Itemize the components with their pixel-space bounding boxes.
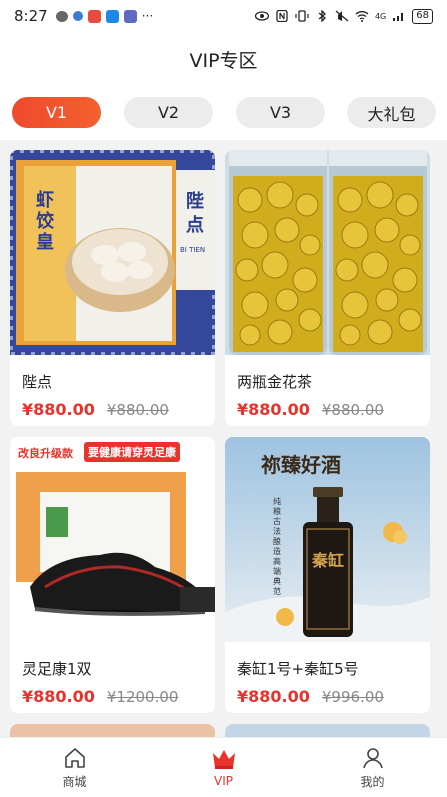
tea-jars-image bbox=[225, 150, 430, 355]
tab-label: 大礼包 bbox=[367, 104, 416, 124]
product-original-price: ¥1200.00 bbox=[106, 688, 179, 706]
product-card[interactable]: 祢臻好酒 秦缸 纯粮古法酿造 高端典范 秦缸1号+秦缸5号 ¥880.00 ¥9… bbox=[225, 437, 430, 713]
product-original-price: ¥880.00 bbox=[321, 401, 384, 419]
app-icon bbox=[87, 9, 101, 23]
status-time: 8:27 bbox=[14, 7, 48, 25]
product-prices: ¥880.00 ¥1200.00 bbox=[10, 687, 215, 706]
product-price: ¥880.00 bbox=[237, 400, 310, 419]
bluetooth-icon bbox=[318, 10, 326, 22]
product-title: 陛点 bbox=[22, 373, 53, 391]
app-icon bbox=[105, 9, 119, 23]
tab-v3[interactable]: V3 bbox=[236, 97, 325, 128]
product-prices: ¥880.00 ¥996.00 bbox=[225, 687, 430, 706]
promo-badge: 改良升级款 bbox=[18, 447, 73, 460]
product-price: ¥880.00 bbox=[22, 400, 95, 419]
nav-label: VIP bbox=[214, 774, 233, 788]
vibrate-icon bbox=[295, 10, 309, 22]
product-original-price: ¥996.00 bbox=[321, 688, 384, 706]
bottom-navigation: 商城 VIP 我的 bbox=[0, 737, 447, 797]
app-icon bbox=[123, 9, 137, 23]
crown-icon bbox=[212, 750, 235, 769]
image-text: 纯粮古法酿造 高端典范 bbox=[273, 497, 281, 596]
product-title: 两瓶金花茶 bbox=[237, 373, 313, 391]
product-card[interactable] bbox=[225, 724, 430, 737]
nav-shop[interactable]: 商城 bbox=[0, 738, 149, 797]
wifi-icon bbox=[355, 11, 369, 22]
tab-v2[interactable]: V2 bbox=[124, 97, 213, 128]
product-image: 改良升级款 要健康请穿灵足康 bbox=[10, 437, 215, 642]
page-header: VIP专区 bbox=[0, 32, 447, 86]
promo-badge: 要健康请穿灵足康 bbox=[84, 442, 180, 462]
product-title: 灵足康1双 bbox=[22, 660, 92, 678]
app-icon bbox=[72, 11, 83, 21]
eye-icon bbox=[254, 11, 269, 21]
product-price: ¥880.00 bbox=[237, 687, 310, 706]
network-type: 4G bbox=[374, 11, 387, 21]
product-image bbox=[225, 150, 430, 355]
product-image: 虾饺皇 陛点 BI TIEN bbox=[10, 150, 215, 355]
mute-icon bbox=[335, 10, 349, 22]
image-text: 祢臻好酒 bbox=[261, 453, 341, 477]
image-text: 秦缸 bbox=[311, 551, 344, 570]
nav-vip[interactable]: VIP bbox=[149, 738, 298, 797]
nav-label: 我的 bbox=[360, 774, 385, 789]
tab-label: V2 bbox=[157, 103, 180, 122]
tab-v1[interactable]: V1 bbox=[12, 97, 101, 128]
product-original-price: ¥880.00 bbox=[106, 401, 169, 419]
status-bar: 8:27 ··· 4G 68 bbox=[0, 0, 447, 32]
product-prices: ¥880.00 ¥880.00 bbox=[10, 400, 215, 419]
nav-label: 商城 bbox=[62, 774, 87, 789]
product-grid: 虾饺皇 陛点 BI TIEN 陛点 ¥880.00 ¥880.00 两瓶金花茶 … bbox=[0, 140, 447, 737]
product-card[interactable]: 两瓶金花茶 ¥880.00 ¥880.00 bbox=[225, 150, 430, 426]
tab-gift-pack[interactable]: 大礼包 bbox=[347, 97, 436, 128]
product-card[interactable]: 虾饺皇 陛点 BI TIEN 陛点 ¥880.00 ¥880.00 bbox=[10, 150, 215, 426]
system-icons: 4G 68 bbox=[254, 8, 433, 24]
tab-label: V3 bbox=[269, 103, 292, 122]
image-text: 虾饺皇 bbox=[36, 190, 54, 253]
user-icon bbox=[362, 747, 383, 768]
nfc-icon bbox=[276, 10, 288, 22]
image-text: BI TIEN bbox=[180, 246, 206, 254]
product-card[interactable]: 改良升级款 要健康请穿灵足康 灵足康1双 ¥880.00 ¥1200.00 bbox=[10, 437, 215, 713]
home-icon bbox=[64, 747, 85, 768]
product-prices: ¥880.00 ¥880.00 bbox=[225, 400, 430, 419]
product-title: 秦缸1号+秦缸5号 bbox=[237, 660, 359, 678]
product-card[interactable] bbox=[10, 724, 215, 737]
notification-icons: ··· bbox=[55, 9, 154, 23]
image-text: 陛点 bbox=[186, 191, 204, 236]
page-title: VIP专区 bbox=[189, 49, 258, 72]
nav-mine[interactable]: 我的 bbox=[298, 738, 447, 797]
tier-tabs: V1 V2 V3 大礼包 bbox=[0, 86, 447, 140]
signal-icon bbox=[393, 13, 404, 21]
more-notifications: ··· bbox=[141, 9, 154, 23]
tab-label: V1 bbox=[45, 103, 68, 122]
wechat-icon bbox=[55, 10, 68, 22]
battery-indicator: 68 bbox=[412, 8, 433, 24]
product-price: ¥880.00 bbox=[22, 687, 95, 706]
shoe-box-image bbox=[10, 437, 215, 642]
product-image: 祢臻好酒 秦缸 纯粮古法酿造 高端典范 bbox=[225, 437, 430, 642]
